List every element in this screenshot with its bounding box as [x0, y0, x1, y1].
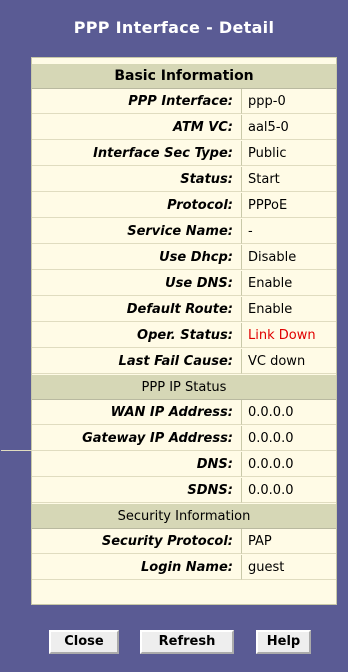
label: SDNS:	[32, 478, 242, 503]
label: Default Route:	[32, 297, 242, 322]
button-row: Close Refresh Help	[0, 630, 348, 656]
row-interface-sec-type: Interface Sec Type: Public	[32, 141, 336, 166]
value: PAP	[242, 529, 336, 554]
value: PPPoE	[242, 193, 336, 218]
label: Gateway IP Address:	[1, 426, 242, 451]
label: Use DNS:	[32, 271, 242, 296]
label: Interface Sec Type:	[32, 141, 242, 166]
label: Status:	[32, 167, 242, 192]
label: DNS:	[32, 452, 242, 477]
row-wan-ip: WAN IP Address: 0.0.0.0	[32, 400, 336, 425]
row-default-route: Default Route: Enable	[32, 297, 336, 322]
value: Enable	[242, 271, 336, 296]
detail-table: Basic Information PPP Interface: ppp-0 A…	[1, 57, 337, 605]
detail-panel: PPP Interface - Detail Basic Information…	[0, 0, 348, 672]
row-protocol: Protocol: PPPoE	[32, 193, 336, 218]
value: Disable	[242, 245, 336, 270]
label: WAN IP Address:	[32, 400, 242, 425]
value: aal5-0	[242, 115, 336, 140]
section-ppp-ip-status: PPP IP Status	[32, 375, 336, 400]
row-dns: DNS: 0.0.0.0	[32, 452, 336, 477]
row-use-dns: Use DNS: Enable	[32, 271, 336, 296]
row-ppp-interface: PPP Interface: ppp-0	[32, 89, 336, 114]
row-gateway-ip: Gateway IP Address: 0.0.0.0	[1, 426, 336, 451]
page-title: PPP Interface - Detail	[73, 18, 275, 37]
value: Start	[242, 167, 336, 192]
help-button[interactable]: Help	[256, 630, 311, 654]
value: 0.0.0.0	[242, 400, 336, 425]
oper-status-value: Link Down	[242, 323, 336, 348]
row-service-name: Service Name: -	[32, 219, 336, 244]
label: Login Name:	[32, 555, 242, 580]
label: Oper. Status:	[32, 323, 242, 348]
row-last-fail-cause: Last Fail Cause: VC down	[32, 349, 336, 374]
value: guest	[242, 555, 336, 580]
row-status: Status: Start	[32, 167, 336, 192]
value: Public	[242, 141, 336, 166]
label: Service Name:	[32, 219, 242, 244]
label: PPP Interface:	[32, 89, 242, 114]
close-button[interactable]: Close	[49, 630, 119, 654]
value: 0.0.0.0	[242, 478, 336, 503]
value: ppp-0	[242, 89, 336, 114]
value: -	[242, 219, 336, 244]
value: 0.0.0.0	[242, 426, 336, 451]
section-basic-information: Basic Information	[32, 64, 336, 89]
row-security-protocol: Security Protocol: PAP	[32, 529, 336, 554]
label: Security Protocol:	[32, 529, 242, 554]
row-oper-status: Oper. Status: Link Down	[32, 323, 336, 348]
row-use-dhcp: Use Dhcp: Disable	[32, 245, 336, 270]
value: Enable	[242, 297, 336, 322]
label: Use Dhcp:	[32, 245, 242, 270]
refresh-button[interactable]: Refresh	[140, 630, 234, 654]
label: Last Fail Cause:	[32, 349, 242, 374]
row-login-name: Login Name: guest	[32, 555, 336, 580]
label: Protocol:	[32, 193, 242, 218]
value: 0.0.0.0	[242, 452, 336, 477]
row-sdns: SDNS: 0.0.0.0	[32, 478, 336, 503]
value: VC down	[242, 349, 336, 374]
label: ATM VC:	[32, 115, 242, 140]
section-security-information: Security Information	[32, 504, 336, 529]
row-atm-vc: ATM VC: aal5-0	[32, 115, 336, 140]
